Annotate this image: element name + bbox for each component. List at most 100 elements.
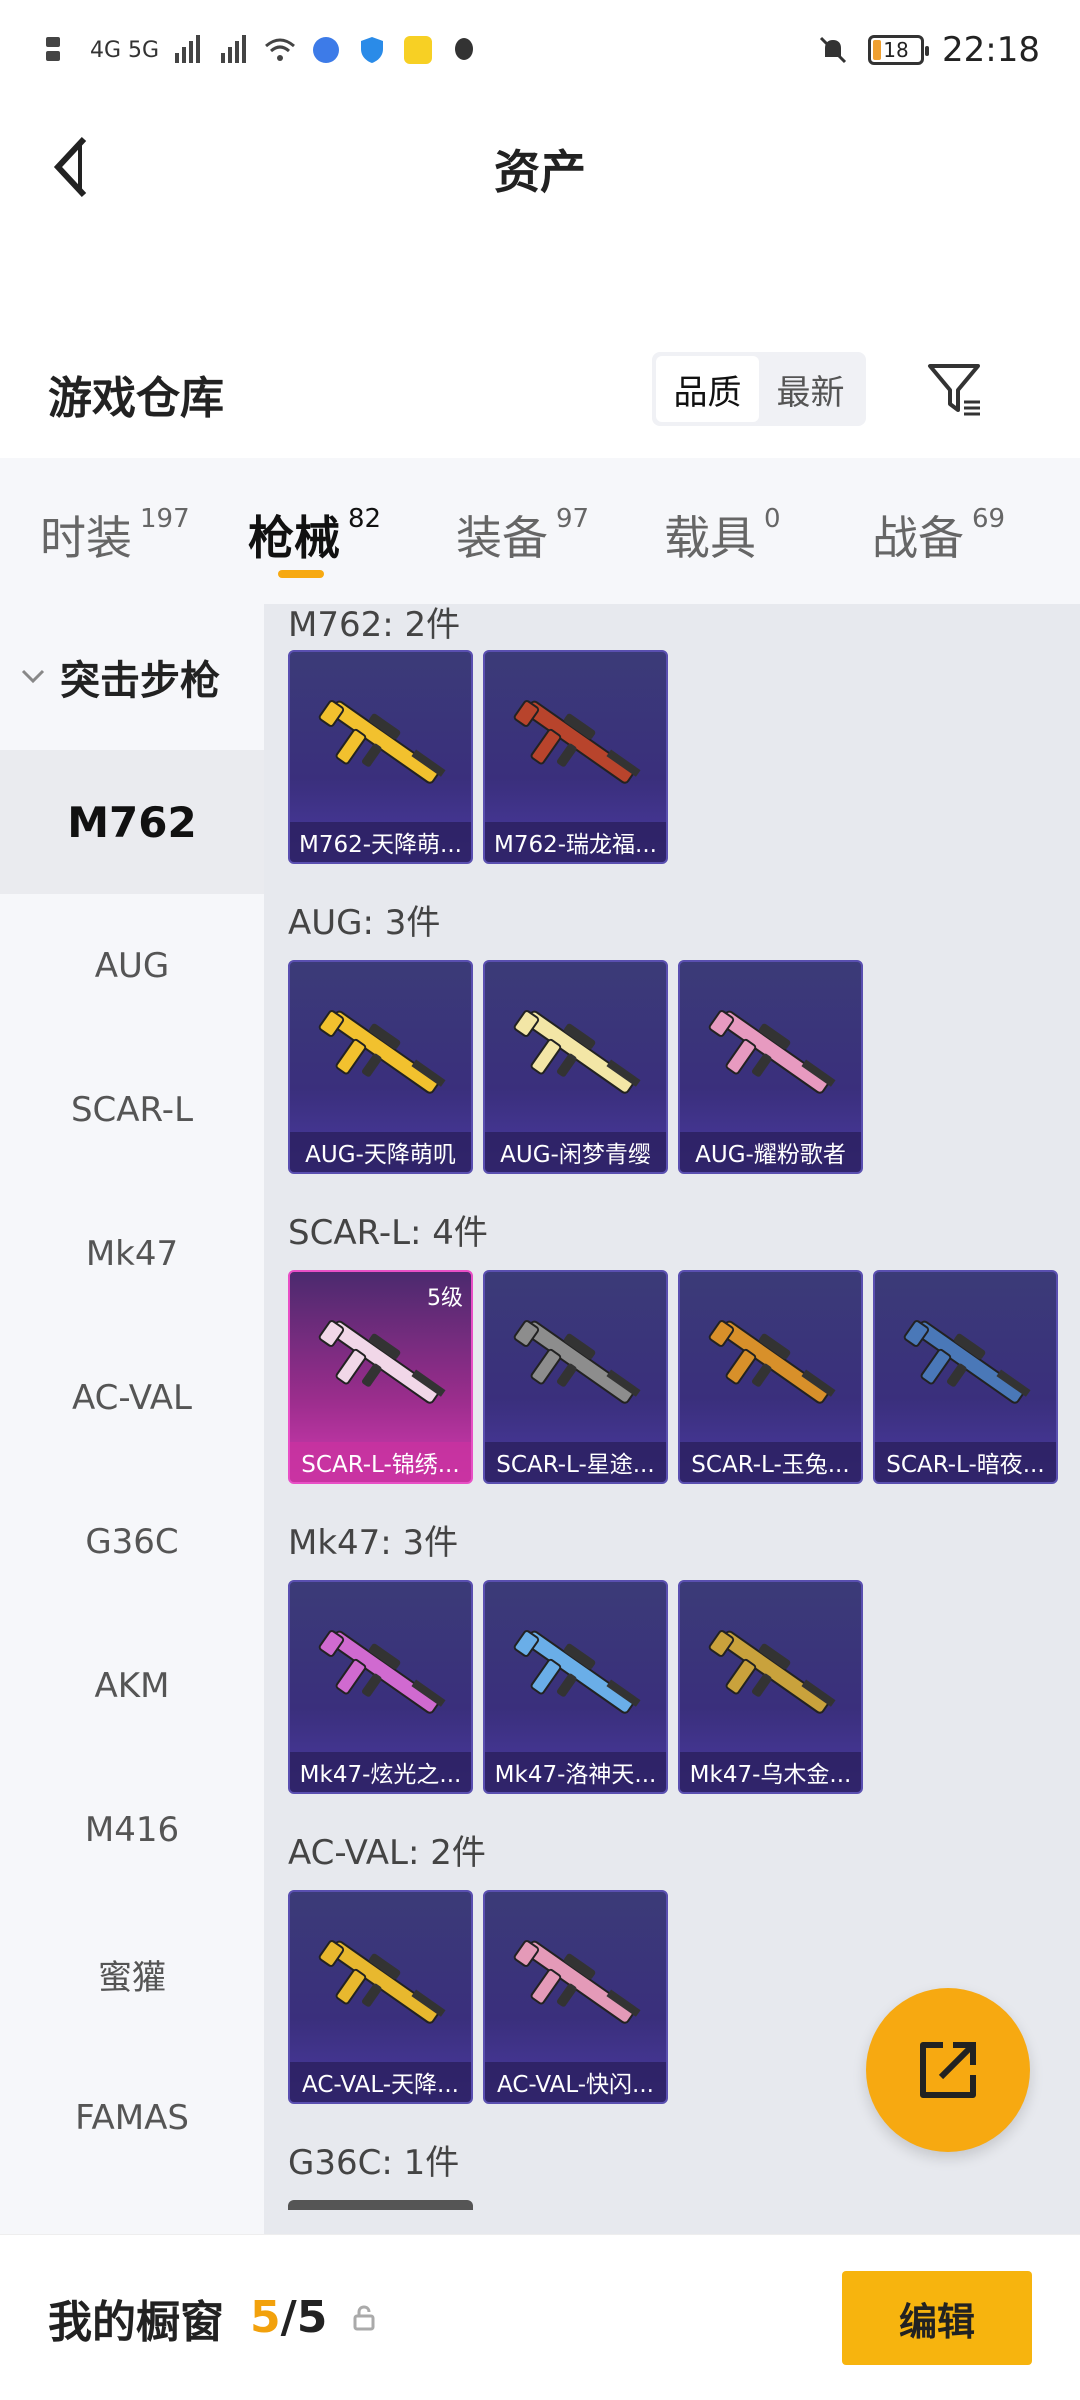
- tab-count: 197: [140, 504, 190, 534]
- tab-fashion[interactable]: 时装 197: [40, 458, 248, 604]
- weapon-name: AUG-闲梦青缨: [485, 1132, 666, 1172]
- rifle-image: [318, 1320, 446, 1404]
- tab-count: 69: [972, 504, 1006, 534]
- signal-icon: [217, 33, 251, 67]
- sort-quality[interactable]: 品质: [656, 356, 759, 422]
- status-left: 4G 5G: [44, 33, 481, 67]
- weapon-name: SCAR-L-暗夜...: [875, 1442, 1056, 1482]
- lock-icon: [349, 2303, 379, 2333]
- weapon-card[interactable]: M762-天降萌...: [288, 650, 473, 864]
- weapon-card[interactable]: Mk47-炫光之...: [288, 1580, 473, 1794]
- weapon-card[interactable]: SCAR-L-暗夜...: [873, 1270, 1058, 1484]
- weapon-card[interactable]: SCAR-L-星途...: [483, 1270, 668, 1484]
- weapon-card[interactable]: Mk47-洛神天...: [483, 1580, 668, 1794]
- weapon-type-sidebar: 突击步枪 M762 AUG SCAR-L Mk47 AC-VAL G36C AK…: [0, 604, 264, 2234]
- wifi-icon: [263, 33, 297, 67]
- rifle-image: [708, 1630, 836, 1714]
- section-title: AUG: 3件: [288, 902, 441, 943]
- share-icon: [920, 2042, 976, 2098]
- tab-supplies[interactable]: 战备 69: [872, 458, 1080, 604]
- active-tab-indicator: [278, 570, 324, 578]
- tab-label: 战备: [872, 511, 964, 565]
- weapon-name: AUG-耀粉歌者: [680, 1132, 861, 1172]
- app-header: 资产: [0, 100, 1080, 235]
- rifle-image: [708, 1320, 836, 1404]
- section-title: SCAR-L: 4件: [288, 1212, 488, 1253]
- tab-label: 枪械: [248, 511, 340, 565]
- network-label: 4G 5G: [90, 37, 160, 63]
- battery-icon: 18: [868, 35, 930, 65]
- section-title: M762: 2件: [288, 604, 461, 645]
- tab-label: 时装: [40, 511, 132, 565]
- sidebar-item-akm[interactable]: AKM: [0, 1614, 264, 1758]
- rifle-image: [318, 700, 446, 784]
- page-title: 资产: [494, 145, 586, 199]
- rifle-image: [318, 1630, 446, 1714]
- weapon-name: SCAR-L-锦绣...: [290, 1442, 471, 1482]
- weapon-name: SCAR-L-玉兔...: [680, 1442, 861, 1482]
- weapon-card[interactable]: 5级 SCAR-L-锦绣...: [288, 1270, 473, 1484]
- card-row: M762-天降萌... M762-瑞龙福...: [288, 638, 1080, 890]
- weapon-name: SCAR-L-星途...: [485, 1442, 666, 1482]
- card-row: AUG-天降萌叽 AUG-闲梦青缨 AUG-耀粉歌者: [288, 948, 1080, 1200]
- sidebar-item-scar-l[interactable]: SCAR-L: [0, 1038, 264, 1182]
- sidebar-item-m762[interactable]: M762: [0, 750, 264, 894]
- sidebar-item-honey-badger[interactable]: 蜜獾: [0, 1902, 264, 2046]
- tab-label: 装备: [456, 511, 548, 565]
- edit-button[interactable]: 编辑: [842, 2271, 1032, 2365]
- weapon-name: Mk47-乌木金...: [680, 1752, 861, 1792]
- app-icon: [401, 33, 435, 67]
- weapon-card[interactable]: [288, 2200, 473, 2210]
- card-row: Mk47-炫光之... Mk47-洛神天... Mk47-乌木金...: [288, 1568, 1080, 1820]
- weapon-card[interactable]: AUG-闲梦青缨: [483, 960, 668, 1174]
- warehouse-title: 游戏仓库: [48, 373, 224, 424]
- weapon-card[interactable]: AUG-耀粉歌者: [678, 960, 863, 1174]
- tab-equipment[interactable]: 装备 97: [456, 458, 664, 604]
- section-aug: AUG: 3件 AUG-天降萌叽 AUG-闲梦青缨 AUG-耀粉歌者: [264, 890, 1080, 1200]
- showcase-total: 5: [296, 2292, 328, 2343]
- rifle-image: [318, 1010, 446, 1094]
- sidebar-item-g36c[interactable]: G36C: [0, 1470, 264, 1614]
- sidebar-item-mk47[interactable]: Mk47: [0, 1182, 264, 1326]
- warehouse-header: 游戏仓库 品质 最新: [0, 340, 1080, 440]
- showcase-count: 5/5: [250, 2292, 327, 2343]
- sidebar-item-m416[interactable]: M416: [0, 1758, 264, 1902]
- showcase-title: 我的橱窗: [48, 2296, 224, 2348]
- qq-icon: [447, 33, 481, 67]
- sidebar-group-assault-rifles[interactable]: 突击步枪: [0, 604, 264, 750]
- section-mk47: Mk47: 3件 Mk47-炫光之... Mk47-洛神天... Mk47-乌木…: [264, 1510, 1080, 1820]
- showcase-current: 5: [250, 2292, 281, 2343]
- weapon-card[interactable]: AC-VAL-快闪...: [483, 1890, 668, 2104]
- weapon-name: Mk47-洛神天...: [485, 1752, 666, 1792]
- card-row: 5级 SCAR-L-锦绣... SCAR-L-星途... SCAR-L-玉兔..…: [288, 1258, 1080, 1510]
- category-tabs: 时装 197 枪械 82 装备 97 载具 0 战备 69: [0, 458, 1080, 604]
- status-bar: 4G 5G 18 22:18: [0, 0, 1080, 100]
- weapon-name: M762-天降萌...: [290, 822, 471, 862]
- filter-button[interactable]: [922, 356, 988, 422]
- sidebar-item-famas[interactable]: FAMAS: [0, 2046, 264, 2190]
- rifle-image: [513, 1940, 641, 2024]
- tab-guns[interactable]: 枪械 82: [248, 458, 456, 604]
- rifle-image: [513, 1630, 641, 1714]
- weapon-card[interactable]: SCAR-L-玉兔...: [678, 1270, 863, 1484]
- rifle-image: [318, 1940, 446, 2024]
- weapon-card[interactable]: M762-瑞龙福...: [483, 650, 668, 864]
- tab-vehicles[interactable]: 载具 0: [664, 458, 872, 604]
- sidebar-item-aug[interactable]: AUG: [0, 894, 264, 1038]
- tab-count: 0: [764, 504, 781, 534]
- rifle-image: [513, 1010, 641, 1094]
- sidebar-item-ac-val[interactable]: AC-VAL: [0, 1326, 264, 1470]
- weapon-card[interactable]: AC-VAL-天降...: [288, 1890, 473, 2104]
- chevron-down-icon: [21, 669, 45, 684]
- rifle-image: [513, 1320, 641, 1404]
- share-button[interactable]: [866, 1988, 1030, 2152]
- section-m762: M762: 2件 M762-天降萌... M762-瑞龙福...: [264, 604, 1080, 890]
- rifle-image: [708, 1010, 836, 1094]
- weapon-card[interactable]: Mk47-乌木金...: [678, 1580, 863, 1794]
- weapon-card[interactable]: AUG-天降萌叽: [288, 960, 473, 1174]
- filter-icon: [928, 364, 980, 416]
- sort-latest[interactable]: 最新: [759, 356, 862, 422]
- status-right: 18 22:18: [816, 30, 1040, 70]
- section-title: Mk47: 3件: [288, 1522, 459, 1563]
- sort-toggle: 品质 最新: [652, 352, 866, 426]
